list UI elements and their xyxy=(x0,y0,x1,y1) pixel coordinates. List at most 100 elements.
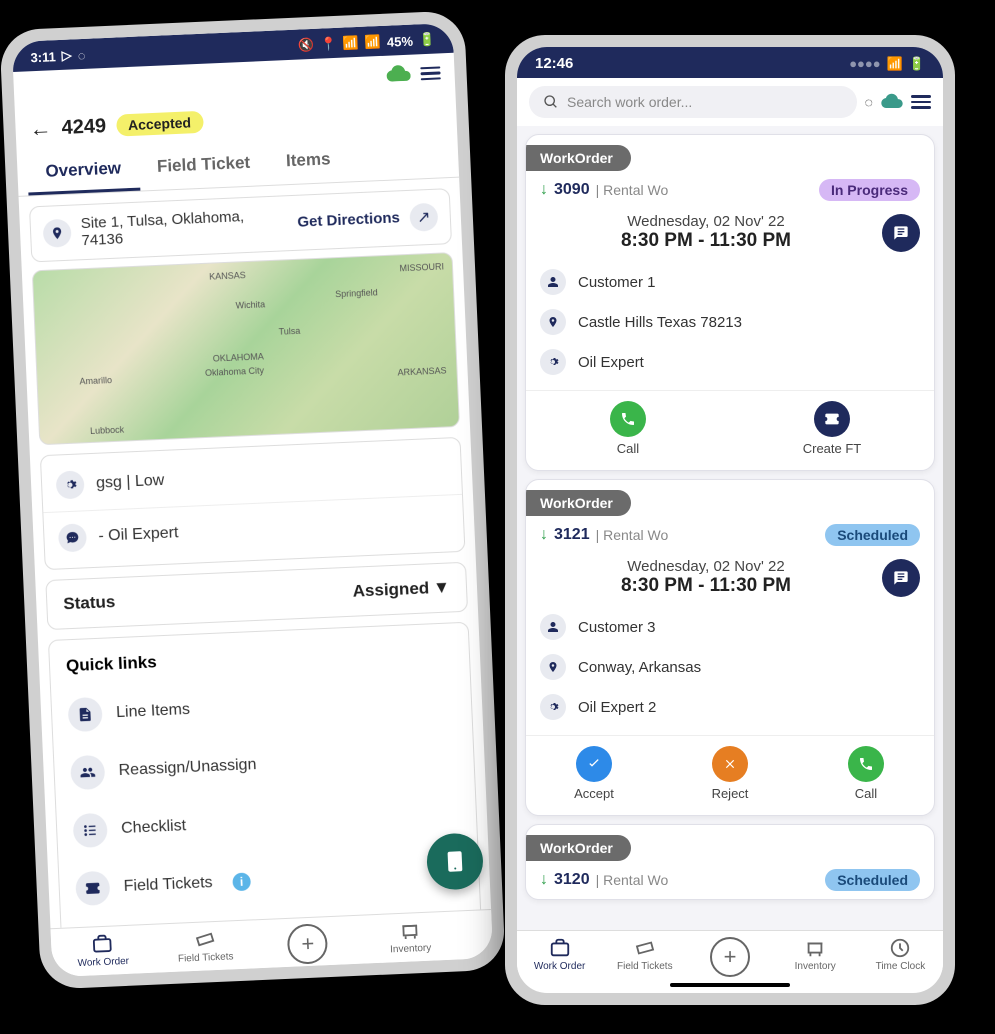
bottom-nav: Work Order Field Tickets + Inventory Tim… xyxy=(517,930,943,979)
share-icon[interactable]: ↗ xyxy=(409,203,438,232)
phone-left: 3:11 ▷ ◌ 🔇 📍 📶 📶 45% 🔋 ← 4249 Accepted xyxy=(0,10,506,989)
ql-label: Reassign/Unassign xyxy=(118,756,257,780)
map-label: MISSOURI xyxy=(399,261,444,273)
get-directions-link[interactable]: Get Directions xyxy=(297,210,400,231)
wifi-icon: 📶 xyxy=(887,56,903,72)
status-app-icon: ▷ xyxy=(61,47,72,63)
nav-time-clock[interactable]: Time Clock xyxy=(858,937,943,977)
nav-work-order[interactable]: Work Order xyxy=(517,937,602,977)
ql-label: Line Items xyxy=(116,701,191,722)
status-card[interactable]: Status Assigned ▼ xyxy=(45,562,468,630)
map[interactable]: KANSAS MISSOURI OKLAHOMA Oklahoma City A… xyxy=(32,252,460,445)
battery-icon: 🔋 xyxy=(909,56,925,72)
action-reject[interactable]: Reject xyxy=(662,746,798,801)
signal-icon: 📶 xyxy=(364,34,381,51)
wo-date: Wednesday, 02 Nov' 22 xyxy=(540,213,872,230)
work-order-card[interactable]: WorkOrder ↓ 3121 | Rental Wo Scheduled W… xyxy=(525,479,935,816)
ql-label: Field Tickets xyxy=(123,874,213,896)
phone-screen: 12:46 ●●●● 📶 🔋 Search work order... ◌ Wo… xyxy=(517,47,943,993)
action-call[interactable]: Call xyxy=(798,746,934,801)
action-accept[interactable]: Accept xyxy=(526,746,662,801)
search-row: Search work order... ◌ xyxy=(517,78,943,126)
tab-field-ticket[interactable]: Field Ticket xyxy=(138,142,269,191)
wo-actions: Call Create FT xyxy=(526,390,934,470)
phone-icon xyxy=(610,401,646,437)
nav-inventory[interactable]: Inventory xyxy=(358,917,462,961)
menu-icon[interactable] xyxy=(911,95,931,109)
wo-actions: Accept Reject Call xyxy=(526,735,934,815)
map-label: Lubbock xyxy=(90,425,124,436)
wo-time-row: Wednesday, 02 Nov' 22 8:30 PM - 11:30 PM xyxy=(526,554,934,607)
wo-subtitle: | Rental Wo xyxy=(596,182,669,198)
plus-icon: + xyxy=(710,937,750,977)
x-icon xyxy=(712,746,748,782)
map-label: Amarillo xyxy=(79,375,112,386)
nav-add[interactable]: + xyxy=(256,922,360,966)
status-badge: Scheduled xyxy=(825,524,920,546)
tab-overview[interactable]: Overview xyxy=(27,148,140,196)
tab-items[interactable]: Items xyxy=(267,139,349,185)
wo-subtitle: | Rental Wo xyxy=(596,527,669,543)
info-text: - Oil Expert xyxy=(98,524,179,545)
nav-field-tickets[interactable]: Field Tickets xyxy=(602,937,687,977)
back-button[interactable]: ← xyxy=(29,115,52,142)
wo-number: 3090 xyxy=(554,181,590,199)
pin-icon xyxy=(540,309,566,335)
sync-spinner-icon: ◌ xyxy=(865,94,873,110)
plus-icon: + xyxy=(287,923,329,965)
home-indicator xyxy=(670,983,790,987)
search-input[interactable]: Search work order... xyxy=(529,86,857,118)
order-number: 4249 xyxy=(61,115,106,140)
cloud-sync-icon[interactable] xyxy=(386,63,411,87)
wo-tag: WorkOrder xyxy=(526,145,631,171)
gear-icon xyxy=(56,470,85,499)
message-button[interactable] xyxy=(882,214,920,252)
wo-tag: WorkOrder xyxy=(526,835,631,861)
status-bar: 12:46 ●●●● 📶 🔋 xyxy=(517,47,943,78)
nav-field-tickets[interactable]: Field Tickets xyxy=(153,926,257,970)
search-placeholder: Search work order... xyxy=(567,94,692,110)
action-label: Accept xyxy=(574,786,614,801)
nav-work-order[interactable]: Work Order xyxy=(51,931,155,975)
map-label: KANSAS xyxy=(209,270,246,282)
cloud-sync-icon[interactable] xyxy=(881,92,903,113)
wo-number: 3120 xyxy=(554,871,590,889)
action-label: Call xyxy=(855,786,877,801)
wo-date: Wednesday, 02 Nov' 22 xyxy=(540,558,872,575)
location-address: Site 1, Tulsa, Oklahoma, 74136 xyxy=(80,206,288,249)
wo-customer: Customer 1 xyxy=(526,262,934,302)
message-button[interactable] xyxy=(882,559,920,597)
action-create-ft[interactable]: Create FT xyxy=(730,401,934,456)
chevron-down-icon: ▼ xyxy=(433,577,451,598)
info-card: gsg | Low - Oil Expert xyxy=(40,437,466,570)
work-order-card[interactable]: WorkOrder ↓ 3120 | Rental Wo Scheduled xyxy=(525,824,935,900)
nav-inventory[interactable]: Inventory xyxy=(773,937,858,977)
gear-icon xyxy=(540,349,566,375)
arrow-down-icon: ↓ xyxy=(540,526,548,544)
action-call[interactable]: Call xyxy=(526,401,730,456)
chat-icon xyxy=(58,523,87,552)
content[interactable]: WorkOrder ↓ 3090 | Rental Wo In Progress… xyxy=(517,126,943,930)
work-order-card[interactable]: WorkOrder ↓ 3090 | Rental Wo In Progress… xyxy=(525,134,935,471)
wo-tag: WorkOrder xyxy=(526,490,631,516)
map-label: ARKANSAS xyxy=(397,366,446,378)
nav-add[interactable]: + xyxy=(687,937,772,977)
person-icon xyxy=(540,269,566,295)
status-badge: Accepted xyxy=(116,111,204,137)
ql-label: Checklist xyxy=(121,817,187,838)
wo-customer: Customer 3 xyxy=(526,607,934,647)
map-label: Springfield xyxy=(335,287,378,299)
ticket-icon xyxy=(814,401,850,437)
wo-subtitle: | Rental Wo xyxy=(596,872,669,888)
wo-location: Conway, Arkansas xyxy=(526,647,934,687)
document-icon xyxy=(67,697,102,732)
content[interactable]: Site 1, Tulsa, Oklahoma, 74136 Get Direc… xyxy=(19,178,492,929)
map-label: OKLAHOMA xyxy=(213,351,264,363)
list-icon xyxy=(73,813,108,848)
menu-icon[interactable] xyxy=(420,66,441,80)
nav-more[interactable] xyxy=(461,916,493,957)
wo-header: ↓ 3121 | Rental Wo Scheduled xyxy=(526,524,934,554)
status-time: 3:11 xyxy=(30,49,56,65)
info-text: gsg | Low xyxy=(96,472,165,493)
battery-pct: 45% xyxy=(387,33,414,49)
